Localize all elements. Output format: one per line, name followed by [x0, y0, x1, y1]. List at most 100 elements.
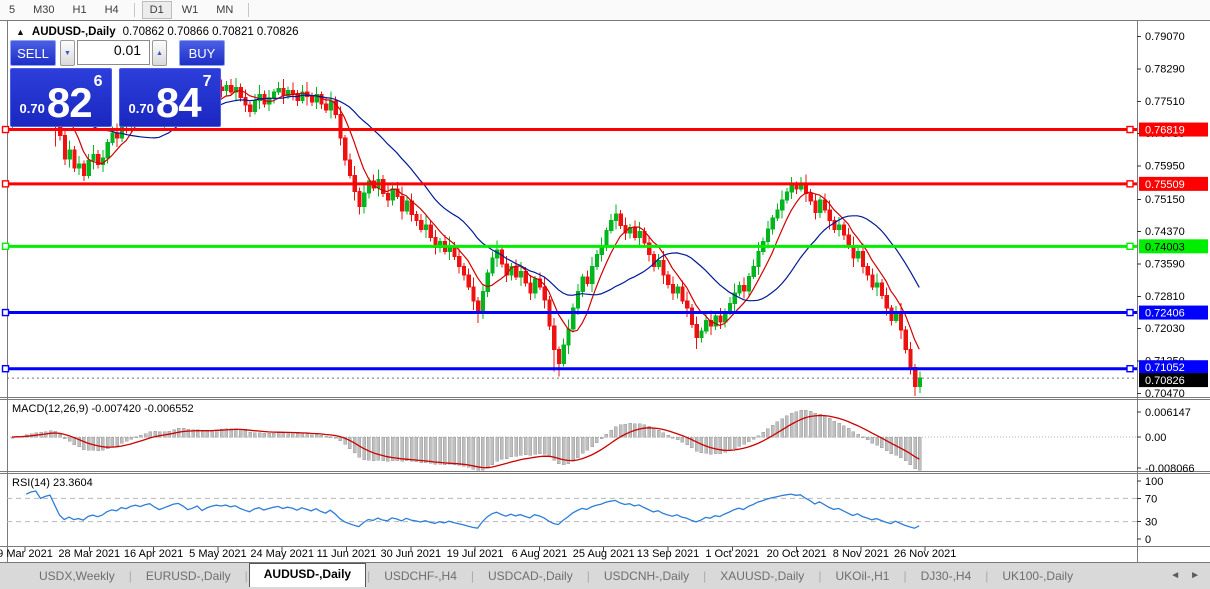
trade-panel-prices: 0.70 82 6 0.70 84 7	[10, 68, 225, 127]
tab-usdchf-h4[interactable]: USDCHF-,H4	[371, 566, 470, 586]
volume-increase-icon[interactable]: ▲	[152, 40, 167, 66]
spacer	[169, 40, 179, 66]
volume-decrease-icon[interactable]: ▼	[60, 40, 75, 66]
tab-separator: |	[818, 569, 821, 583]
tab-separator: |	[129, 569, 132, 583]
mt4-window: 5M30H1H4 D1W1MN 0.79070 0.78290 0.77510 0.76…	[0, 0, 1210, 589]
rsi-axis-label: 100	[1145, 476, 1163, 488]
symbol-title: AUDUSD-,Daily	[32, 26, 116, 38]
date-label: 25 Aug 2021	[573, 548, 635, 560]
buy-button[interactable]: BUY	[179, 40, 225, 66]
price-badge-resistance-1: 0.76819	[1139, 123, 1208, 137]
date-axis: 9 Mar 2021 28 Mar 2021 16 Apr 2021 5 May 20…	[0, 547, 956, 560]
tab-separator: |	[367, 569, 370, 583]
sell-price-big: 82	[47, 83, 92, 123]
date-label: 9 Mar 2021	[0, 548, 53, 560]
buy-price-box[interactable]: 0.70 84 7	[119, 68, 221, 127]
date-label: 6 Aug 2021	[512, 548, 568, 560]
tab-scroll-left-icon[interactable]: ◄	[1170, 570, 1180, 581]
tab-audusd-daily[interactable]: AUDUSD-,Daily	[249, 563, 366, 587]
macd-axis-label: -0.008066	[1145, 463, 1195, 475]
tab-usdcnh-daily[interactable]: USDCNH-,Daily	[591, 566, 702, 586]
tab-uk100-daily[interactable]: UK100-,Daily	[989, 566, 1086, 586]
trade-panel-controls: SELL ▼ 0.01 ▲ BUY	[10, 40, 225, 66]
price-tick-label: 0.79070	[1145, 31, 1185, 43]
price-tick-label: 0.77510	[1145, 96, 1185, 108]
date-label: 8 Nov 2021	[833, 548, 889, 560]
tab-usdcad-daily[interactable]: USDCAD-,Daily	[475, 566, 586, 586]
title-ohlc-values: 0.70862 0.70866 0.70821 0.70826	[123, 26, 299, 38]
rsi-axis-label: 30	[1145, 517, 1157, 529]
price-tick-label: 0.70470	[1145, 388, 1185, 400]
candle	[904, 326, 907, 353]
tab-eurusd-daily[interactable]: EURUSD-,Daily	[133, 566, 244, 586]
sell-price-box[interactable]: 0.70 82 6	[10, 68, 112, 127]
chart-tab-bar: USDX,Weekly|EURUSD-,Daily|AUDUSD-,Daily|…	[0, 562, 1210, 589]
date-label: 24 May 2021	[250, 548, 314, 560]
tab-usdx-weekly[interactable]: USDX,Weekly	[26, 566, 128, 586]
toolbar-separator	[134, 3, 135, 17]
date-label: 28 Mar 2021	[58, 548, 120, 560]
chart-title: ▲ AUDUSD-,Daily 0.70862 0.70866 0.70821 …	[16, 26, 299, 38]
timeframe-button-d1[interactable]: D1	[142, 1, 172, 19]
price-tick-label: 0.75150	[1145, 194, 1185, 206]
tab-separator: |	[703, 569, 706, 583]
toolbar-separator	[248, 3, 249, 17]
price-tick-label: 0.78290	[1145, 64, 1185, 76]
tab-separator: |	[587, 569, 590, 583]
buy-price-big: 84	[156, 83, 201, 123]
date-label: 20 Oct 2021	[767, 548, 827, 560]
svg-text:0.70826: 0.70826	[1145, 375, 1185, 387]
price-badge-support-1: 0.72406	[1139, 306, 1208, 320]
current-price-badge: 0.70826	[1139, 373, 1208, 387]
tab-dj30-h4[interactable]: DJ30-,H4	[908, 566, 985, 586]
price-tick-label: 0.73590	[1145, 258, 1185, 270]
tab-scroll-right-icon[interactable]: ►	[1190, 570, 1200, 581]
tab-ukoil-h1[interactable]: UKOil-,H1	[822, 566, 902, 586]
date-label: 13 Sep 2021	[637, 548, 699, 560]
sell-price-prefix: 0.70	[20, 101, 45, 116]
rsi-axis-label: 0	[1145, 534, 1151, 546]
one-click-collapse-icon[interactable]: ▲	[16, 27, 25, 37]
tab-scroll-arrows: ◄ ►	[1170, 570, 1200, 581]
date-label: 30 Jun 2021	[381, 548, 442, 560]
timeframe-button-mn[interactable]: MN	[208, 1, 241, 19]
tab-separator: |	[903, 569, 906, 583]
timeframe-button-5[interactable]: 5	[1, 1, 23, 19]
svg-text:0.74003: 0.74003	[1145, 241, 1185, 253]
tab-separator: |	[245, 569, 248, 583]
price-tick-label: 0.72810	[1145, 291, 1185, 303]
tab-separator: |	[985, 569, 988, 583]
timeframe-button-h1[interactable]: H1	[65, 1, 95, 19]
sell-button[interactable]: SELL	[10, 40, 56, 66]
date-label: 19 Jul 2021	[447, 548, 504, 560]
price-badge-support-2: 0.71052	[1139, 360, 1208, 374]
price-tick-label: 0.72030	[1145, 323, 1185, 335]
date-label: 5 May 2021	[189, 548, 246, 560]
date-label: 1 Oct 2021	[705, 548, 759, 560]
timeframe-toolbar: 5M30H1H4 D1W1MN	[0, 0, 1210, 21]
timeframe-button-w1[interactable]: W1	[174, 1, 207, 19]
sell-price-pip: 6	[94, 73, 103, 91]
rsi-label: RSI(14) 23.3604	[12, 477, 93, 489]
macd-axis-label: 0.00	[1145, 432, 1166, 444]
candle	[572, 304, 575, 333]
price-tick-label: 0.74370	[1145, 226, 1185, 238]
buy-price-pip: 7	[203, 73, 212, 91]
macd-label: MACD(12,26,9) -0.007420 -0.006552	[12, 403, 194, 415]
date-label: 11 Jun 2021	[317, 548, 377, 560]
svg-text:0.75509: 0.75509	[1145, 179, 1185, 191]
date-label: 16 Apr 2021	[124, 548, 183, 560]
one-click-trading-panel: SELL ▼ 0.01 ▲ BUY 0.70 82 6 0.70 84 7	[10, 40, 225, 127]
price-tick-label: 0.75950	[1145, 161, 1185, 173]
tab-xauusd-daily[interactable]: XAUUSD-,Daily	[707, 566, 817, 586]
timeframe-button-m30[interactable]: M30	[25, 1, 62, 19]
timeframe-button-h4[interactable]: H4	[97, 1, 127, 19]
date-label: 26 Nov 2021	[894, 548, 956, 560]
buy-price-prefix: 0.70	[129, 101, 154, 116]
price-badge-resistance-2: 0.75509	[1139, 177, 1208, 191]
volume-input[interactable]: 0.01	[77, 40, 150, 65]
svg-text:0.72406: 0.72406	[1145, 308, 1185, 320]
price-badge-pivot-green: 0.74003	[1139, 239, 1208, 253]
svg-text:0.76819: 0.76819	[1145, 125, 1185, 137]
